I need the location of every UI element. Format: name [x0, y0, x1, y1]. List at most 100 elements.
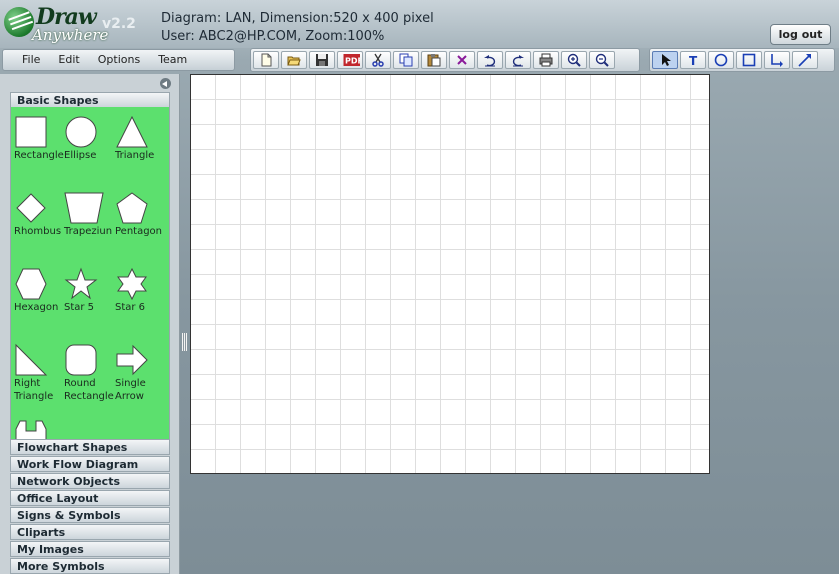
shape-pentagon[interactable]: Pentagon — [115, 191, 169, 238]
shape-label: Rectangle — [14, 150, 64, 161]
shape-star-5[interactable]: Star 5 — [64, 267, 118, 314]
pentagon-shape-icon — [116, 192, 148, 224]
version-label: v2.2 — [102, 16, 136, 32]
category-flowchart-shapes[interactable]: Flowchart Shapes — [10, 439, 170, 455]
pdf-icon: PDF — [343, 54, 360, 66]
undo-icon — [484, 55, 496, 67]
print-button[interactable] — [533, 51, 559, 69]
ellipse-tool-icon — [714, 53, 728, 67]
open-icon — [287, 56, 301, 66]
star-5-shape-icon — [64, 267, 98, 300]
shape-rectangle[interactable]: Rectangle — [14, 115, 68, 162]
edit-toolbar: PDF — [250, 48, 640, 72]
copy-button[interactable] — [393, 51, 419, 69]
rectangle-tool-icon — [742, 53, 756, 67]
undo-button[interactable] — [477, 51, 503, 69]
delete-icon — [457, 55, 467, 65]
logout-button[interactable]: log out — [770, 24, 831, 45]
pdf-text: PDF — [345, 57, 360, 66]
category-network-objects[interactable]: Network Objects — [10, 473, 170, 489]
text-tool-button[interactable]: T — [680, 51, 706, 69]
menu-edit[interactable]: Edit — [49, 50, 88, 70]
shape-label: Pentagon — [115, 226, 163, 237]
text-tool-glyph: T — [689, 54, 698, 67]
zoom-out-icon — [595, 53, 609, 67]
category-basic-shapes[interactable]: Basic Shapes — [10, 92, 170, 108]
category-signs-symbols[interactable]: Signs & Symbols — [10, 507, 170, 523]
right-triangle-shape-icon — [15, 343, 48, 376]
print-icon — [539, 53, 553, 67]
shape-right-triangle[interactable]: Right Triangle — [14, 343, 68, 403]
triangle-shape-icon — [116, 115, 148, 148]
zoom-in-button[interactable] — [561, 51, 587, 69]
collapse-panel-icon[interactable] — [160, 78, 171, 89]
delete-button[interactable] — [449, 51, 475, 69]
shape-rhombus[interactable]: Rhombus — [14, 191, 68, 238]
draw-anywhere-logo: Draw Anywhere v2.2 — [2, 4, 152, 46]
new-icon — [261, 53, 272, 67]
shape-label: Rhombus — [14, 226, 62, 237]
shape-label: Hexagon — [14, 302, 59, 313]
globe-icon — [4, 7, 34, 37]
shape-label: Single Arrow — [115, 378, 146, 402]
pointer-tool-button[interactable] — [652, 51, 678, 69]
ellipse-shape-icon — [65, 116, 97, 148]
cut-button[interactable] — [365, 51, 391, 69]
shape-hexagon[interactable]: Hexagon — [14, 267, 68, 314]
category-more-symbols[interactable]: More Symbols — [10, 558, 170, 574]
rectangle-shape-icon — [15, 116, 47, 148]
shape-triangle[interactable]: Triangle — [115, 115, 169, 162]
rhombus-shape-icon — [16, 193, 46, 223]
paste-button[interactable] — [421, 51, 447, 69]
drawing-canvas[interactable] — [190, 74, 710, 474]
rectangle-tool-button[interactable] — [736, 51, 762, 69]
diagram-info: Diagram: LAN, Dimension:520 x 400 pixel … — [161, 10, 434, 46]
shape-trapezium[interactable]: Trapeziun — [64, 191, 118, 238]
shape-single-arrow[interactable]: Single Arrow — [115, 343, 169, 403]
shape-label: Star 5 — [64, 302, 95, 313]
category-work-flow-diagram[interactable]: Work Flow Diagram — [10, 456, 170, 472]
line-tool-button[interactable] — [792, 51, 818, 69]
panel-resize-handle[interactable] — [182, 333, 187, 351]
star-6-shape-icon — [117, 267, 147, 301]
shape-round-rectangle[interactable]: Round Rectangle — [64, 343, 118, 403]
shape-star-6[interactable]: Star 6 — [115, 267, 169, 314]
cut-icon — [372, 53, 384, 67]
save-button[interactable] — [309, 51, 335, 69]
line-icon — [798, 54, 811, 67]
pointer-icon — [662, 54, 671, 66]
redo-button[interactable] — [505, 51, 531, 69]
category-cliparts[interactable]: Cliparts — [10, 524, 170, 540]
connector-tool-button[interactable] — [764, 51, 790, 69]
round-rectangle-shape-icon — [65, 344, 97, 376]
user-info-line: User: ABC2@HP.COM, Zoom:100% — [161, 29, 385, 44]
single-arrow-shape-icon — [116, 344, 148, 376]
shape-ellipse[interactable]: Ellipse — [64, 115, 118, 162]
menu-options[interactable]: Options — [89, 50, 149, 70]
shape-label: Star 6 — [115, 302, 146, 313]
redo-icon — [512, 55, 524, 67]
new-button[interactable] — [253, 51, 279, 69]
hexagon-shape-icon — [15, 268, 47, 300]
pdf-button[interactable]: PDF — [337, 51, 363, 69]
trapezium-shape-icon — [64, 192, 104, 224]
zoom-out-button[interactable] — [589, 51, 615, 69]
category-my-images[interactable]: My Images — [10, 541, 170, 557]
shape-label: Triangle — [115, 150, 155, 161]
shape-label: Round Rectangle — [64, 378, 114, 402]
diagram-info-line: Diagram: LAN, Dimension:520 x 400 pixel — [161, 11, 434, 26]
shape-label: Right Triangle — [14, 378, 54, 402]
basic-shapes-grid: Rectangle Ellipse Triangle Rhombus Trape… — [10, 107, 170, 439]
menu-team[interactable]: Team — [149, 50, 196, 70]
text-icon: T — [689, 54, 698, 67]
shape-label: Ellipse — [64, 150, 97, 161]
shape-partial[interactable] — [14, 419, 68, 439]
zoom-in-icon — [567, 53, 581, 67]
shape-label: Trapeziun — [64, 226, 113, 237]
menu-file[interactable]: File — [3, 50, 49, 70]
open-button[interactable] — [281, 51, 307, 69]
save-icon — [316, 54, 328, 66]
category-office-layout[interactable]: Office Layout — [10, 490, 170, 506]
ellipse-tool-button[interactable] — [708, 51, 734, 69]
copy-icon — [399, 53, 413, 67]
